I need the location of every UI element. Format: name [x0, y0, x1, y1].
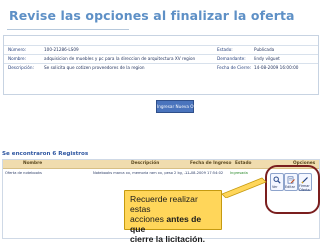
options-highlight — [265, 165, 320, 214]
row-descripcion: Notebooks marca xx, memoria ram xx, peso… — [93, 171, 191, 175]
nombre-value: adquisicion de muebles y pc para la dire… — [44, 56, 196, 61]
row-nombre: Oferta de notebooks — [5, 171, 42, 175]
info-divider — [4, 54, 318, 55]
row-estado: Ingresada — [230, 171, 248, 175]
callout-line-2-prefix: acciones — [130, 214, 167, 224]
page-title: Revise las opciones al finalizar la ofer… — [9, 8, 295, 23]
column-header-nombre: Nombre — [23, 161, 43, 166]
column-header-descripcion: Descripción — [131, 161, 160, 166]
fecha-cierre-value: 14-08-2009 16:00:00 — [254, 65, 299, 70]
results-count: Se encontraron 6 Registros — [2, 151, 89, 157]
demandante-value: lindy vilguet — [254, 56, 280, 61]
callout-pointer-arrow — [222, 177, 267, 198]
title-divider — [7, 29, 129, 30]
numero-value: 100-21286-LS09 — [44, 47, 79, 52]
column-header-estado: Estado — [235, 161, 252, 166]
row-fecha: 11-08-2009 17:54:02 — [185, 171, 224, 175]
ingresar-nueva-oferta-button[interactable]: Ingresar Nueva Oferta — [156, 100, 204, 113]
callout-line-3-bold: cierre la licitación. — [130, 234, 205, 244]
column-header-fecha: Fecha de Ingreso — [190, 161, 232, 166]
descripcion-label: Descripción: — [8, 65, 34, 70]
descripcion-value: Se solicita que cotizen proveedores de l… — [44, 65, 145, 70]
nombre-label: Nombre: — [8, 56, 27, 61]
estado-label: Estado: — [217, 47, 233, 52]
callout-line-3: cierre la licitación. — [130, 234, 216, 244]
numero-label: Número: — [8, 47, 27, 52]
fecha-cierre-label: Fecha de Cierre: — [217, 65, 252, 70]
reminder-callout: Recuerde realizar estas acciones antes d… — [124, 190, 222, 244]
info-divider — [4, 45, 318, 46]
info-divider — [4, 63, 318, 64]
demandante-label: Demandante: — [217, 56, 246, 61]
offer-info-panel: Número: 100-21286-LS09 Nombre: adquisici… — [3, 35, 319, 95]
callout-line-1: Recuerde realizar estas — [130, 194, 198, 214]
estado-value: Publicada — [254, 47, 275, 52]
callout-line-2: acciones antes de que — [130, 214, 216, 234]
